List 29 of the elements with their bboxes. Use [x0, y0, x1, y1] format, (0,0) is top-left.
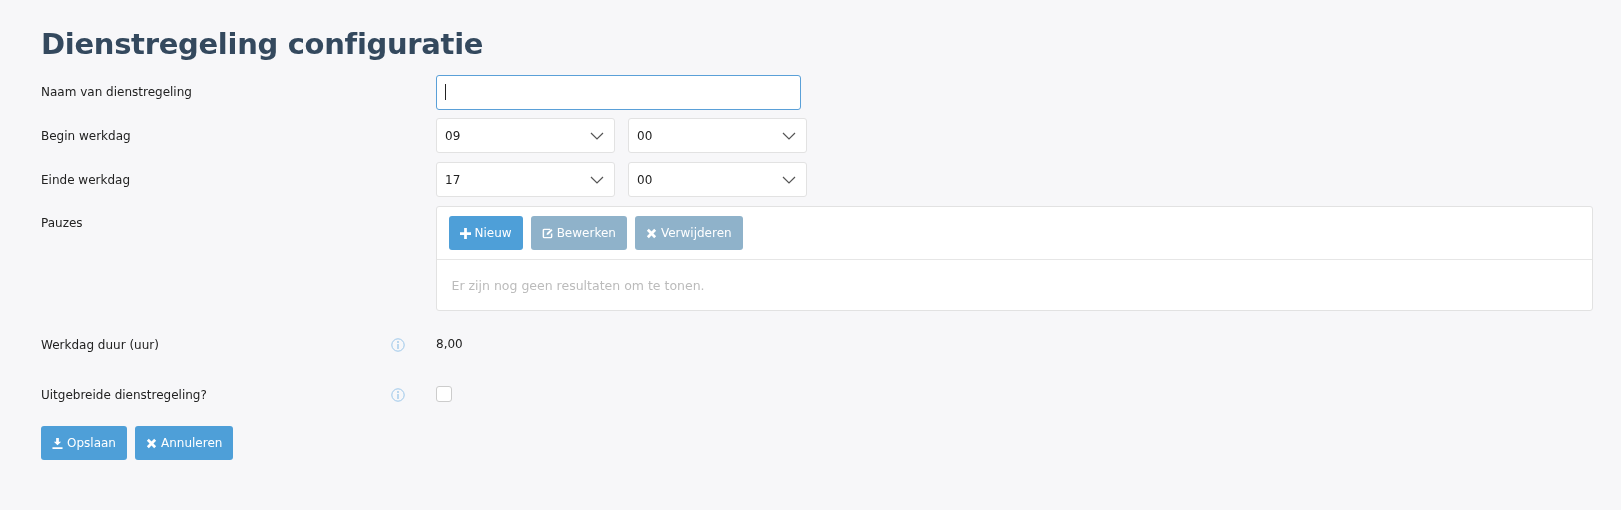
chevron-down-icon — [782, 131, 796, 140]
chevron-down-icon — [590, 131, 604, 140]
field-label: Einde werkdag — [41, 172, 130, 187]
edit-icon — [541, 227, 553, 239]
download-icon — [52, 437, 63, 449]
info-icon — [391, 388, 405, 402]
input-field[interactable] — [436, 74, 801, 110]
info-icon — [391, 338, 405, 352]
save-button[interactable]: Opslaan — [41, 426, 127, 460]
field-label: Uitgebreide dienstregeling? — [41, 388, 207, 402]
minute-select[interactable]: 00 — [628, 118, 807, 153]
plus-icon — [459, 227, 471, 239]
field-label: Naam van dienstregeling — [41, 85, 192, 99]
field-label: Pauzes — [41, 216, 83, 230]
duration-value: 8,00 — [436, 336, 463, 352]
add-button[interactable]: Nieuw — [448, 216, 523, 250]
cancel-button[interactable]: Annuleren — [134, 426, 234, 460]
field-label: Werkdag duur (uur) — [41, 338, 159, 352]
close-icon — [645, 227, 657, 239]
page-title: Dienstregeling configuratie — [41, 26, 485, 63]
chevron-down-icon — [782, 175, 796, 184]
minute-select[interactable]: 00 — [628, 162, 807, 197]
chevron-down-icon — [590, 175, 604, 184]
field-label: Begin werkdag — [41, 128, 131, 143]
checkbox[interactable] — [436, 386, 452, 402]
close-icon — [145, 437, 157, 449]
hour-select[interactable]: 17 — [436, 162, 615, 197]
hour-select[interactable]: 09 — [436, 118, 615, 153]
empty-message: Er zijn nog geen resultaten om te tonen. — [451, 277, 705, 293]
